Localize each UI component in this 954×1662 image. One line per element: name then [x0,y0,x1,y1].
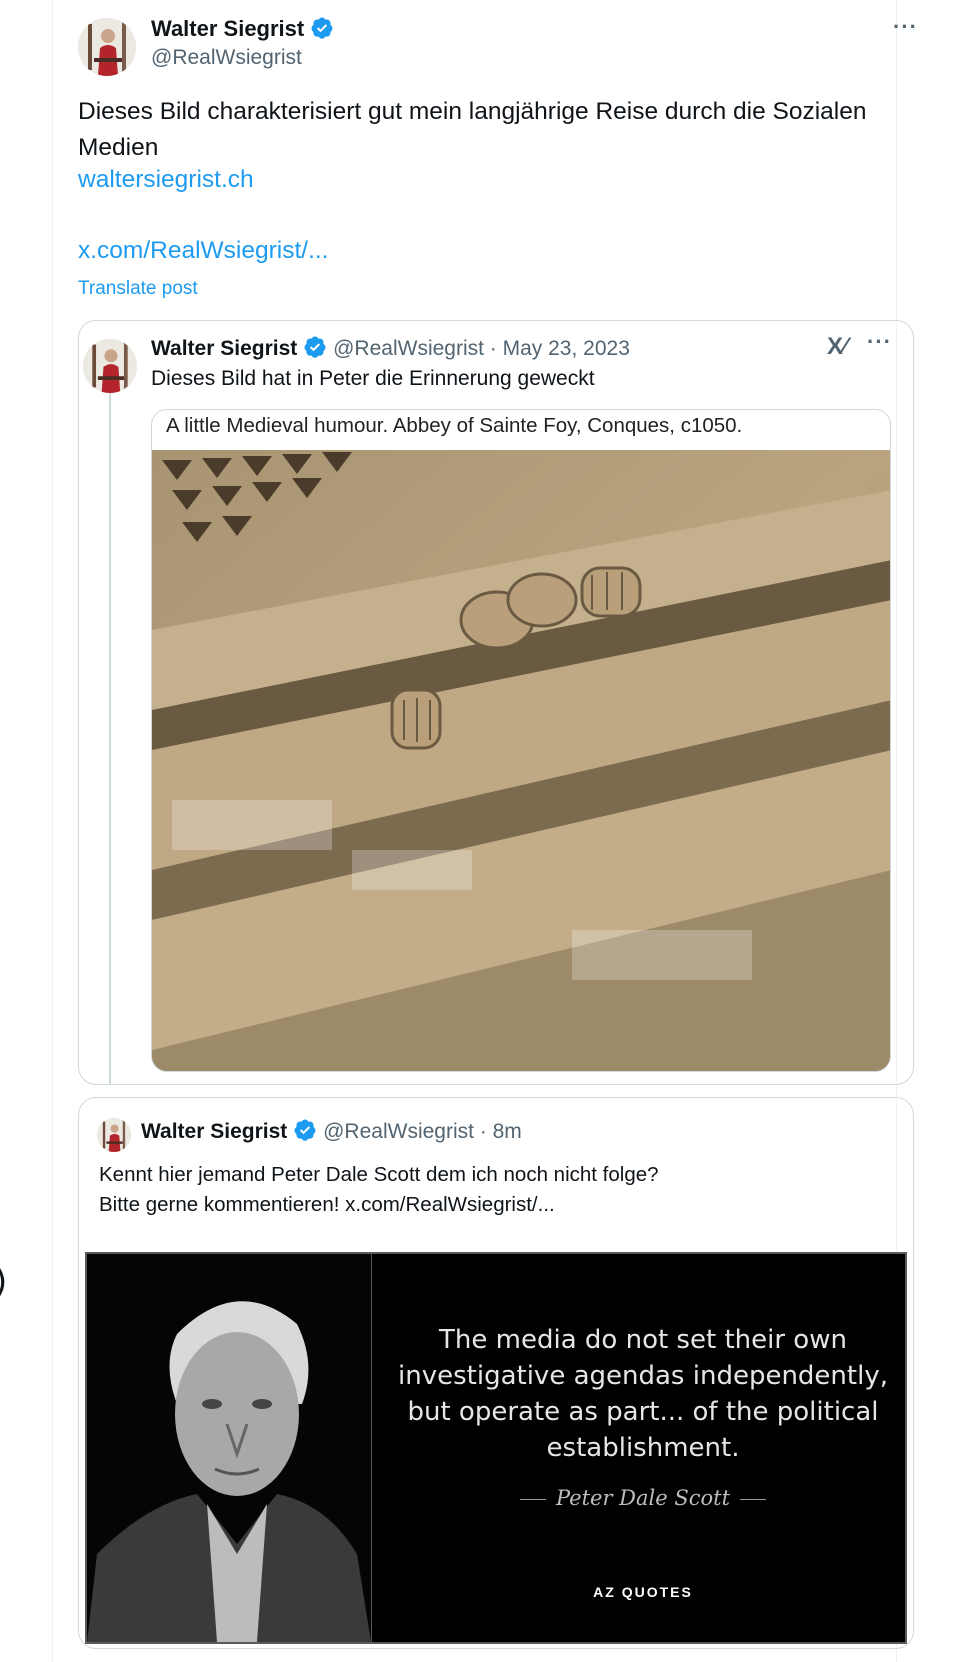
quoted-post-text: Kennt hier jemand Peter Dale Scott dem i… [99,1160,659,1220]
quoted-post-current[interactable]: Walter Siegrist @RealWsiegrist · 8m Kenn… [78,1097,914,1649]
portrait-photo [87,1254,371,1642]
dash-left [519,1499,546,1500]
quoted-author-name[interactable]: Walter Siegrist [141,1120,287,1143]
stone-carving-photo [152,450,890,1071]
dash-right [740,1499,767,1500]
more-icon[interactable]: ··· [867,329,892,355]
edge-fragment: ) [0,1262,7,1302]
verified-badge-icon [304,336,326,358]
translate-post-button[interactable]: Translate post [78,278,198,300]
quoted-post-header: Walter Siegrist @RealWsiegrist · 8m [141,1118,522,1144]
author-name-text[interactable]: Walter Siegrist [151,16,304,41]
author-name[interactable]: Walter Siegrist [151,16,334,42]
image-divider [371,1254,372,1642]
image-caption: A little Medieval humour. Abbey of Saint… [166,414,743,437]
quoted-text-line-2: Bitte gerne kommentieren! x.com/RealWsie… [99,1193,555,1216]
avatar[interactable] [78,18,136,76]
post-image[interactable]: A little Medieval humour. Abbey of Saint… [151,409,891,1072]
thread-line [109,385,111,1085]
azquotes-logo: AZ QUOTES [593,1584,693,1600]
more-icon[interactable]: ··· [893,14,918,40]
author-handle[interactable]: @RealWsiegrist [151,46,302,70]
image-quote-text: The media do not set their own investiga… [398,1325,888,1463]
post-link-x[interactable]: x.com/RealWsiegrist/... [78,237,329,265]
quote-image[interactable]: The media do not set their own investiga… [85,1252,907,1644]
image-quote-author-name: Peter Dale Scott [555,1486,731,1510]
avatar[interactable] [97,1118,131,1152]
quoted-meta[interactable]: @RealWsiegrist · 8m [323,1120,522,1143]
quoted-meta[interactable]: @RealWsiegrist · May 23, 2023 [333,337,630,360]
quoted-post-text: Dieses Bild hat in Peter die Erinnerung … [151,367,595,390]
quoted-author-name[interactable]: Walter Siegrist [151,337,297,360]
verified-badge-icon [311,17,333,39]
post-link-website[interactable]: waltersiegrist.ch [78,166,254,194]
verified-badge-icon [294,1119,316,1141]
image-quote-author: Peter Dale Scott [387,1486,899,1510]
quoted-post-header: Walter Siegrist @RealWsiegrist · May 23,… [151,335,630,361]
quoted-text-line-1: Kennt hier jemand Peter Dale Scott dem i… [99,1163,659,1186]
timeline-left-border [52,0,53,1662]
quoted-post[interactable]: Walter Siegrist @RealWsiegrist · May 23,… [78,320,914,1085]
post-text: Dieses Bild charakterisiert gut mein lan… [78,98,867,161]
avatar[interactable] [83,339,137,393]
grok-icon[interactable]: X⁄ [827,333,847,361]
